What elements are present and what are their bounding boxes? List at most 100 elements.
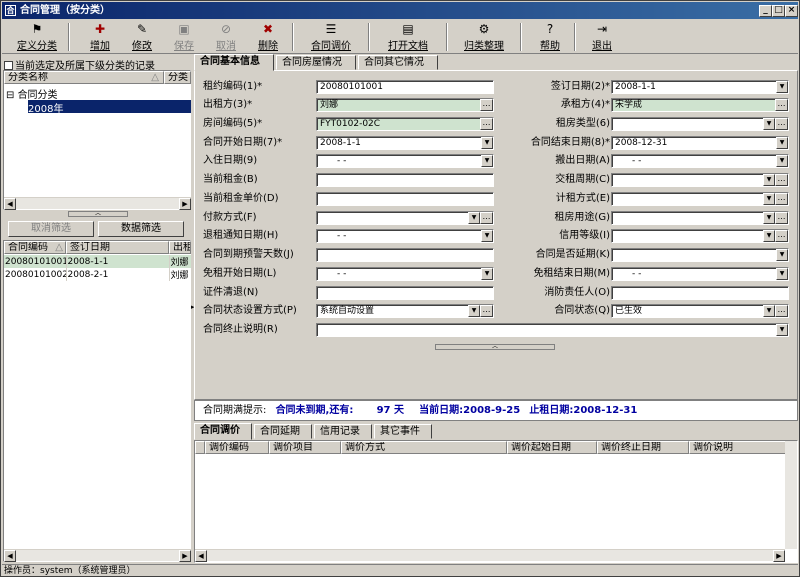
unit-price-field[interactable] <box>316 192 494 206</box>
tab-other-info[interactable]: 合同其它情况 <box>358 55 438 70</box>
tab-credit-record[interactable]: 信用记录 <box>314 424 372 439</box>
form-splitter-handle[interactable]: ︿ <box>435 344 555 350</box>
add-button[interactable]: ✚ 增加 <box>82 21 118 53</box>
contract-no-field[interactable]: 20080101001 <box>316 80 494 94</box>
usage-field[interactable]: ▼… <box>611 211 789 225</box>
ellipsis-icon: … <box>480 99 493 111</box>
free-end-field[interactable]: - - ▼ <box>611 267 789 281</box>
billing-label: 计租方式(E) <box>555 193 610 204</box>
paycycle-label: 交租周期(C) <box>555 174 610 185</box>
termination-note-field[interactable]: ▼ <box>316 323 789 337</box>
save-icon: ▣ <box>178 22 190 36</box>
cancel-button[interactable]: ⊘ 取消 <box>208 21 244 53</box>
tree-item-2008[interactable]: 2008年 <box>28 100 191 115</box>
status-mode-field[interactable]: 系统自动设置 ▼… <box>316 304 494 318</box>
list-header-code[interactable]: 合同编码 △ <box>4 241 66 254</box>
list-hscrollbar[interactable]: ◀ ▶ <box>4 549 191 562</box>
warn-days-field[interactable] <box>316 248 494 262</box>
exit-button[interactable]: ⇥ 退出 <box>584 21 620 53</box>
house-no-field[interactable]: FYT0102-02C… <box>316 117 494 131</box>
billing-field[interactable]: ▼… <box>611 192 789 206</box>
tab-basic-info[interactable]: 合同基本信息 <box>194 54 274 71</box>
payway-field[interactable]: ▼… <box>316 211 494 225</box>
adjust-price-button[interactable]: ☰ 合同调价 <box>304 21 358 53</box>
fire-field[interactable] <box>611 286 789 300</box>
contract-table: 20080101001 2008-1-1 刘娜 20080101002 2008-2-… <box>4 255 192 281</box>
table-vscrollbar[interactable] <box>785 441 797 549</box>
start-date-label: 合同开始日期(7)* <box>203 137 283 148</box>
tab-house-info[interactable]: 合同房屋情况 <box>276 55 356 70</box>
end-date-label: 合同结束日期(8)* <box>530 137 610 148</box>
movein-field[interactable]: - - ▼ <box>316 154 494 168</box>
tab-extension[interactable]: 合同延期 <box>254 424 312 439</box>
tree-header-name[interactable]: 分类名称 △ <box>4 71 164 84</box>
open-document-button[interactable]: ▤ 打开文档 <box>380 21 436 53</box>
dropdown-icon: ▼ <box>468 305 480 317</box>
list-header-date[interactable]: 签订日期 <box>66 241 169 254</box>
left-pane: 当前选定及所属下级分类的记录 分类名称 △ 分类 ⊟ 合同分类 2008年 ◀ ▶ … <box>2 55 192 563</box>
filter-button[interactable]: 数据筛选 <box>98 221 184 237</box>
status-field[interactable]: 已生效 ▼… <box>611 304 789 318</box>
table-hscrollbar[interactable]: ◀ ▶ <box>195 549 785 562</box>
help-button[interactable]: ? 帮助 <box>532 21 568 53</box>
cert-field[interactable] <box>316 286 494 300</box>
tree-root[interactable]: ⊟ 合同分类 <box>6 86 58 101</box>
save-button[interactable]: ▣ 保存 <box>166 21 202 53</box>
tab-other-events[interactable]: 其它事件 <box>374 424 432 439</box>
rent-type-field[interactable]: ▼… <box>611 117 789 131</box>
archive-button[interactable]: ⚙ 归类整理 <box>456 21 512 53</box>
list-icon: ☰ <box>325 22 337 36</box>
end-date-field[interactable]: 2008-12-31 ▼ <box>611 136 789 150</box>
free-start-field[interactable]: - - ▼ <box>316 267 494 281</box>
unit-price-label: 当前租金单价(D) <box>203 193 279 204</box>
edit-button[interactable]: ✎ 修改 <box>124 21 160 53</box>
table-row[interactable]: 20080101002 2008-2-1 刘娜 <box>4 268 192 281</box>
dropdown-icon: ▼ <box>763 230 775 242</box>
ellipsis-icon: … <box>480 118 493 130</box>
credit-field[interactable]: ▼… <box>611 229 789 243</box>
col-adjust-method[interactable]: 调价方式 <box>341 441 507 454</box>
lessee-field[interactable]: 宋学成… <box>611 98 789 112</box>
paycycle-field[interactable]: ▼… <box>611 173 789 187</box>
sort-icon: △ <box>55 242 63 253</box>
col-adjust-start[interactable]: 调价起始日期 <box>507 441 597 454</box>
minimize-button[interactable]: _ <box>759 5 772 17</box>
dropdown-icon: ▼ <box>763 193 775 205</box>
lessor-field[interactable]: 刘娜… <box>316 98 494 112</box>
basic-info-form: 租约编码(1)* 20080101001 签订日期(2)* 2008-1-1 ▼ … <box>194 70 798 400</box>
rent-label: 当前租金(B) <box>203 174 258 185</box>
moveout-field[interactable]: - - ▼ <box>611 154 789 168</box>
lessee-label: 承租方(4)* <box>560 99 610 110</box>
list-header-lessor[interactable]: 出租 <box>169 241 191 254</box>
close-button[interactable]: × <box>785 5 798 17</box>
status-bar: 操作员：system（系统管理员） <box>2 564 798 577</box>
notice-date-field[interactable]: - - ▼ <box>316 229 494 243</box>
extended-field[interactable]: ▼ <box>611 248 789 262</box>
ellipsis-icon: … <box>775 174 788 186</box>
edit-icon: ✎ <box>136 22 148 36</box>
cancel-filter-button[interactable]: 取消筛选 <box>8 221 94 237</box>
tree-header-category[interactable]: 分类 <box>164 71 191 84</box>
col-adjust-code[interactable]: 调价编码 <box>205 441 269 454</box>
splitter-handle[interactable]: ︿ <box>68 211 128 217</box>
fire-label: 消防责任人(O) <box>544 287 610 298</box>
tree-hscrollbar[interactable]: ◀ ▶ <box>4 197 191 210</box>
delete-button[interactable]: ✖ 删除 <box>250 21 286 53</box>
col-adjust-end[interactable]: 调价终止日期 <box>597 441 689 454</box>
maximize-button[interactable]: □ <box>772 5 785 17</box>
rent-field[interactable] <box>316 173 494 187</box>
category-tree: 分类名称 △ 分类 ⊟ 合同分类 2008年 ◀ ▶ <box>3 70 191 210</box>
notice-date-label: 退租通知日期(H) <box>203 230 279 241</box>
col-adjust-item[interactable]: 调价项目 <box>269 441 341 454</box>
col-adjust-note[interactable]: 调价说明 <box>689 441 797 454</box>
dropdown-icon: ▼ <box>763 212 775 224</box>
define-category-button[interactable]: ⚑ 定义分类 <box>10 21 64 53</box>
help-icon: ? <box>546 22 554 36</box>
movein-label: 入住日期(9) <box>203 155 258 166</box>
tab-price-adjust[interactable]: 合同调价 <box>194 423 252 440</box>
sign-date-field[interactable]: 2008-1-1 ▼ <box>611 80 789 94</box>
table-row[interactable]: 20080101001 2008-1-1 刘娜 <box>4 255 192 268</box>
contract-list: 合同编码 △ 签订日期 出租 20080101001 2008-1-1 刘娜 2008… <box>3 240 192 562</box>
credit-label: 信用等级(I) <box>559 230 610 241</box>
start-date-field[interactable]: 2008-1-1 ▼ <box>316 136 494 150</box>
